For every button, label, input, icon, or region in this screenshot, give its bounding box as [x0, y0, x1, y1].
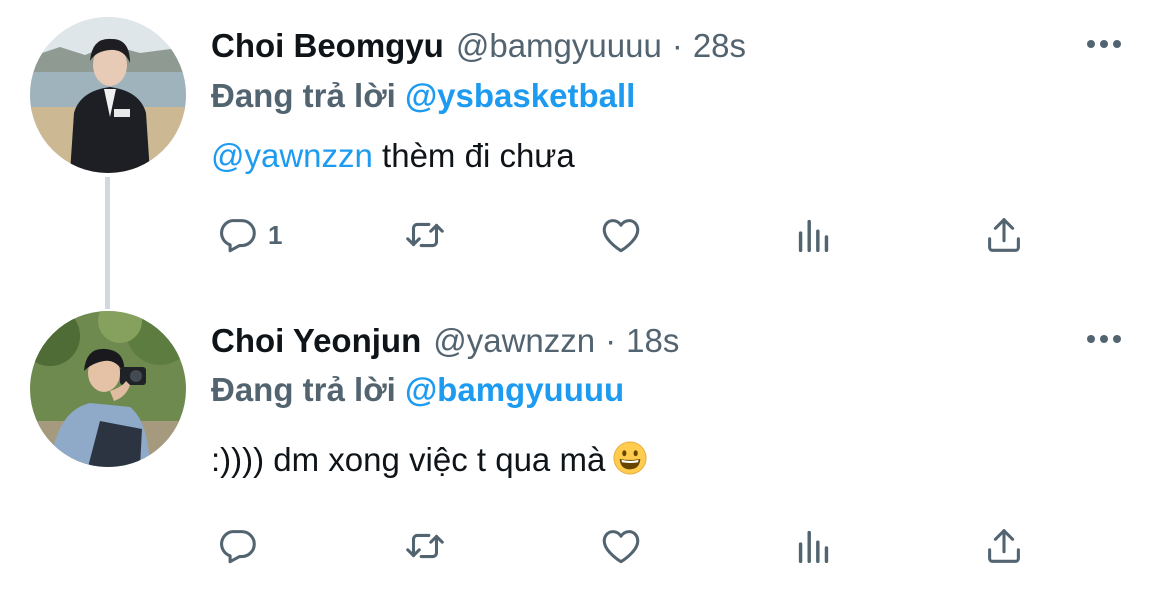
replying-to-line: Đang trả lời @bamgyuuuu — [211, 370, 624, 410]
views-icon — [798, 530, 829, 564]
replying-to-mention[interactable]: @ysbasketball — [405, 77, 635, 114]
more-options-icon[interactable] — [1087, 37, 1127, 51]
reply-button[interactable]: 1 — [214, 211, 282, 259]
avatar[interactable] — [30, 311, 186, 467]
reply-count: 1 — [268, 219, 283, 250]
tweet-header: Choi Beomgyu @bamgyuuuu · 28s — [211, 26, 746, 66]
retweet-icon — [406, 533, 444, 559]
replying-prefix: Đang trả lời — [211, 77, 396, 114]
body-text: thèm đi chưa — [372, 137, 575, 174]
reply-icon — [220, 219, 256, 253]
tweet[interactable]: Choi Beomgyu @bamgyuuuu · 28s Đang trả l… — [0, 0, 1170, 300]
replying-to-line: Đang trả lời @ysbasketball — [211, 76, 635, 116]
body-mention[interactable]: @yawnzzn — [211, 137, 373, 174]
heart-icon — [602, 530, 640, 564]
tweet-body: :)))) dm xong việc t qua mà — [211, 438, 647, 482]
more-options-icon[interactable] — [1087, 332, 1127, 346]
timestamp[interactable]: 18s — [626, 321, 679, 361]
avatar-photo-beach — [30, 17, 186, 173]
tweet-header: Choi Yeonjun @yawnzzn · 18s — [211, 321, 679, 361]
display-name[interactable]: Choi Beomgyu — [211, 26, 444, 66]
share-button[interactable] — [981, 522, 1027, 570]
tweet[interactable]: Choi Yeonjun @yawnzzn · 18s Đang trả lời… — [0, 300, 1170, 590]
reply-button[interactable] — [214, 522, 268, 570]
share-icon — [988, 218, 1020, 252]
grinning-face-emoji — [613, 441, 647, 475]
separator-dot: · — [671, 27, 683, 64]
like-button[interactable] — [598, 211, 644, 259]
tweet-body: @yawnzzn thèm đi chưa — [211, 134, 575, 178]
separator-dot: · — [605, 322, 617, 359]
avatar[interactable] — [30, 17, 186, 173]
user-handle[interactable]: @yawnzzn — [433, 321, 595, 361]
retweet-icon — [406, 222, 444, 248]
retweet-button[interactable] — [402, 211, 448, 259]
user-handle[interactable]: @bamgyuuuu — [456, 26, 662, 66]
body-text: :)))) dm xong việc t qua mà — [211, 441, 606, 478]
avatar-photo-park — [30, 311, 186, 467]
views-button[interactable] — [791, 522, 837, 570]
retweet-button[interactable] — [402, 522, 448, 570]
views-button[interactable] — [791, 211, 837, 259]
like-button[interactable] — [598, 522, 644, 570]
heart-icon — [602, 219, 640, 253]
action-bar — [214, 522, 1114, 570]
reply-icon — [220, 530, 256, 564]
share-icon — [988, 529, 1020, 563]
replying-to-mention[interactable]: @bamgyuuuu — [405, 371, 624, 408]
views-icon — [798, 219, 829, 253]
share-button[interactable] — [981, 211, 1027, 259]
timestamp[interactable]: 28s — [693, 26, 746, 66]
display-name[interactable]: Choi Yeonjun — [211, 321, 421, 361]
replying-prefix: Đang trả lời — [211, 371, 396, 408]
action-bar: 1 — [214, 211, 1114, 259]
